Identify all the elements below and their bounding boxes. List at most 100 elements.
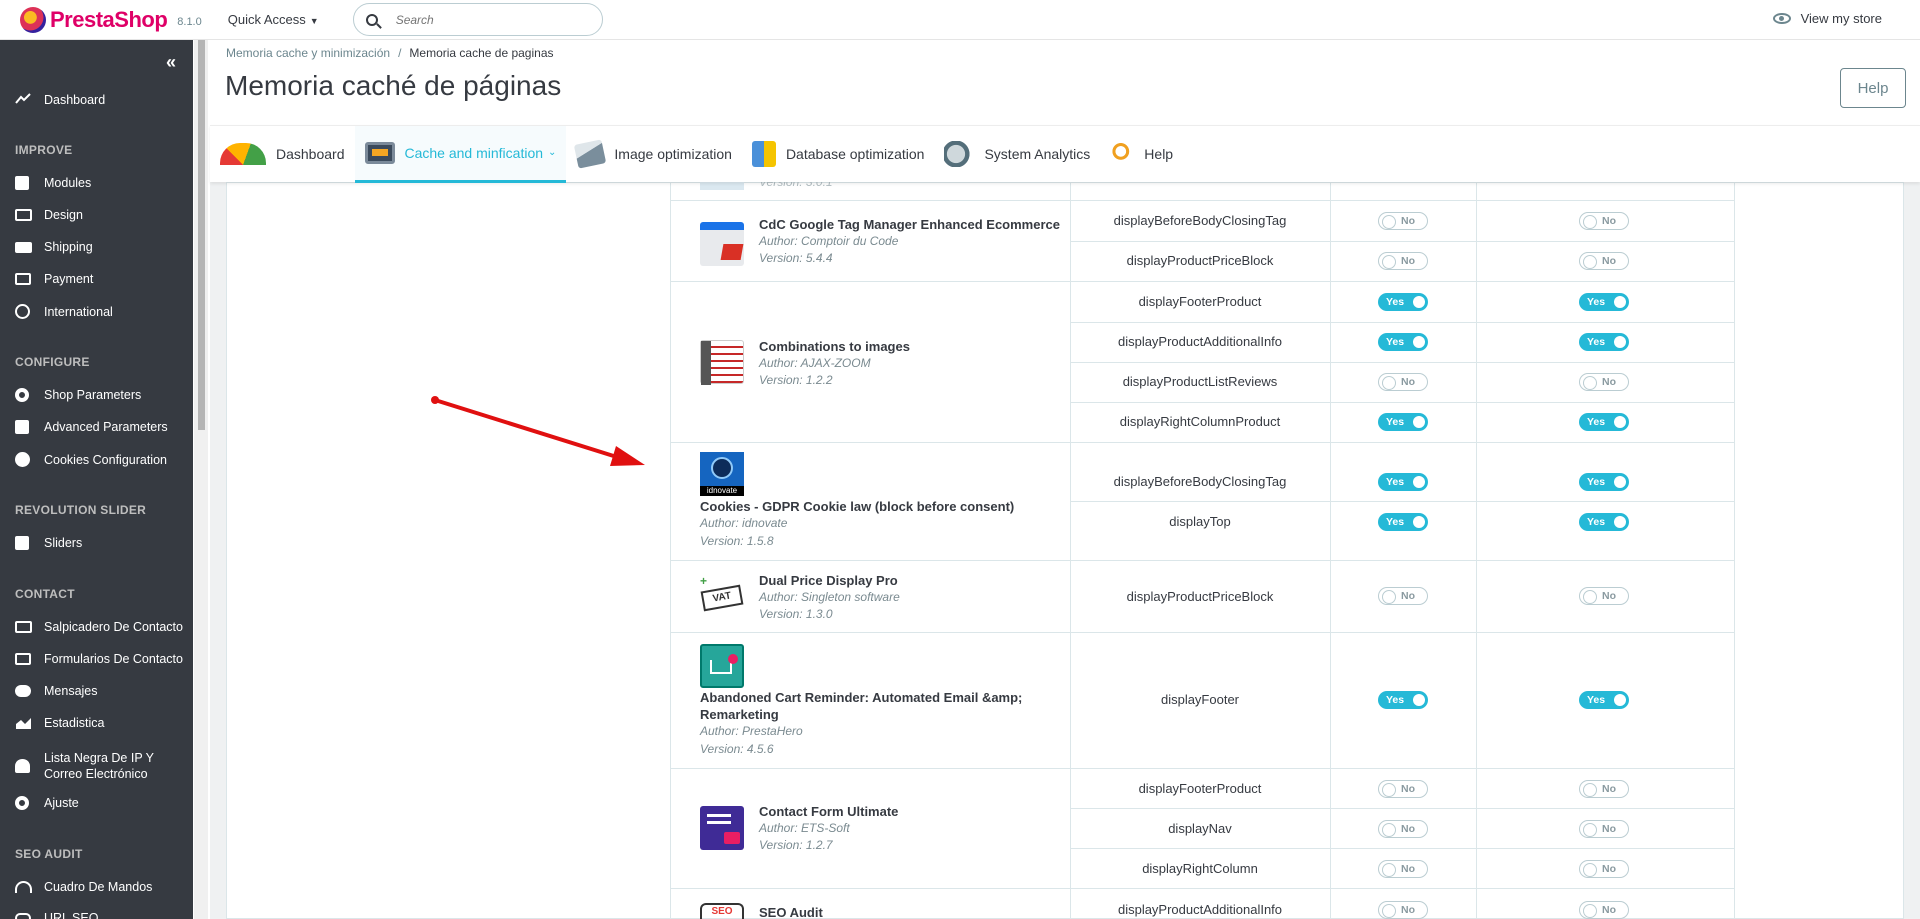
cache-toggle[interactable]: No [1378,212,1428,230]
cache-toggle[interactable]: No [1579,252,1629,270]
cache-toggle[interactable]: No [1378,780,1428,798]
sidebar-item-cuadro-de-mandos[interactable]: Cuadro De Mandos [0,880,193,894]
sidebar-item-dashboard[interactable]: Dashboard [0,92,193,108]
sidebar-item-label: International [44,304,113,319]
tab-label: Image optimization [614,146,732,162]
module-version: Version: 1.5.8 [700,534,774,548]
sidebar-item-label: Advanced Parameters [44,420,168,434]
sidebar-item-salpicadero-de-contacto[interactable]: Salpicadero De Contacto [0,620,193,634]
sidebar-item-shop-parameters[interactable]: Shop Parameters [0,388,193,402]
tab-system-analytics[interactable]: System Analytics [934,126,1100,183]
module-author: Author: idnovate [700,516,788,530]
cache-toggle[interactable]: No [1579,901,1629,919]
cache-toggle[interactable]: No [1579,587,1629,605]
cache-toggle[interactable]: Yes [1378,473,1428,491]
module-name: Combinations to images [759,339,910,354]
cache-toggle[interactable]: No [1378,820,1428,838]
cache-toggle[interactable]: No [1378,587,1428,605]
cache-toggle[interactable]: Yes [1579,333,1629,351]
module-icon [700,806,744,850]
table-row-subdivider [1070,808,1735,809]
search-box[interactable] [352,3,603,36]
view-store-link[interactable]: View my store [1772,11,1882,26]
collapse-sidebar-icon[interactable]: « [166,52,176,73]
tab-help[interactable]: Help [1100,126,1183,183]
cache-toggle[interactable]: No [1378,373,1428,391]
sidebar-scrollbar-thumb[interactable] [198,40,205,430]
module-author: Author: Comptoir du Code [759,234,899,248]
cache-toggle[interactable]: No [1579,373,1629,391]
analytics-icon [944,141,975,167]
sidebar-item-label-group: Lista Negra De IP Y Correo Electrónico [44,750,154,782]
sidebar-item-formularios-de-contacto[interactable]: Formularios De Contacto [0,652,193,666]
cache-toggle[interactable]: Yes [1378,513,1428,531]
cache-toggle[interactable]: No [1579,212,1629,230]
module-name: CdC Google Tag Manager Enhanced Ecommerc… [759,217,1060,232]
logo-text: PrestaShop [50,6,168,32]
module-author: Author: AJAX-ZOOM [759,356,871,370]
module-author: Author: PrestaHero [700,724,803,738]
cache-toggle[interactable]: No [1378,860,1428,878]
tab-image-optimization[interactable]: Image optimization [566,126,742,183]
sidebar-item-estadistica[interactable]: Estadistica [0,716,193,730]
cache-toggle[interactable]: No [1579,820,1629,838]
tab-label: Cache and minfication [404,144,544,161]
sidebar-item-modules[interactable]: Modules [0,176,193,190]
eye-icon [1772,13,1791,24]
help-button[interactable]: Help [1840,68,1906,108]
caret-down-icon: ▼ [309,16,319,26]
quick-access-dropdown[interactable]: Quick Access ▼ [228,12,319,27]
link-icon [15,913,31,919]
cache-toggle[interactable]: Yes [1579,293,1629,311]
sidebar-item-url-seo[interactable]: URL SEO [0,911,193,919]
cache-toggle[interactable]: No [1378,252,1428,270]
sidebar-item-advanced-parameters[interactable]: Advanced Parameters [0,420,193,434]
prestashop-logo-icon [20,6,46,33]
tab-dashboard[interactable]: Dashboard [210,126,355,183]
sidebar-item-label: Payment [44,272,94,286]
cache-toggle[interactable]: Yes [1579,513,1629,531]
sidebar-item-label: Lista Negra De IP Y [44,751,155,765]
gear-icon [15,796,29,810]
cache-toggle[interactable]: No [1378,901,1428,919]
sidebar-item-label: Modules [44,176,92,190]
cache-toggle[interactable]: Yes [1579,691,1629,709]
breadcrumb-current: Memoria cache de paginas [409,46,554,60]
search-input[interactable] [395,12,576,27]
cache-toggle[interactable]: No [1579,860,1629,878]
sidebar-item-ajuste[interactable]: Ajuste [0,796,193,810]
sidebar-item-cookies-configuration[interactable]: Cookies Configuration [0,452,193,467]
sidebar-item-sliders[interactable]: Sliders [0,536,193,550]
module-name: Dual Price Display Pro [759,573,898,588]
tab-label: Help [1144,146,1174,162]
cache-toggle[interactable]: Yes [1378,691,1428,709]
table-row-subdivider [1070,848,1735,849]
hook-name: displayFooter [1160,692,1240,707]
prestashop-logo[interactable]: PrestaShop [20,6,168,33]
module-icon [700,182,744,190]
hook-name: displayProductListReviews [1122,374,1278,389]
sidebar-item-mensajes[interactable]: Mensajes [0,684,193,698]
table-row-subdivider [1070,362,1735,363]
sidebar-item-shipping[interactable]: Shipping [0,240,193,254]
cache-toggle[interactable]: No [1579,780,1629,798]
sidebar-item-label: URL SEO [44,911,99,919]
cache-toggle[interactable]: Yes [1579,413,1629,431]
module-author: Author: ETS-Soft [759,821,850,835]
hook-name: displayFooterProduct [1138,781,1262,796]
cache-toggle[interactable]: Yes [1579,473,1629,491]
sidebar-item-international[interactable]: International [0,304,193,319]
sidebar-item-label: Mensajes [44,684,98,698]
sidebar-item-payment[interactable]: Payment [0,272,193,286]
tab-cache-and-minification[interactable]: Cache and minfication ⌄ [354,125,567,183]
cache-toggle[interactable]: Yes [1378,413,1428,431]
sidebar-item-design[interactable]: Design [0,208,193,222]
cache-toggle[interactable]: Yes [1378,293,1428,311]
view-store-label: View my store [1800,11,1882,26]
cache-toggle[interactable]: Yes [1378,333,1428,351]
puzzle-icon [15,536,29,550]
breadcrumb-parent-link[interactable]: Memoria cache y minimización [226,46,390,60]
sidebar-item-lista-negra[interactable]: Lista Negra De IP Y Correo Electrónico [0,750,193,782]
tab-database-optimization[interactable]: Database optimization [742,126,935,183]
chat-icon [15,685,31,697]
